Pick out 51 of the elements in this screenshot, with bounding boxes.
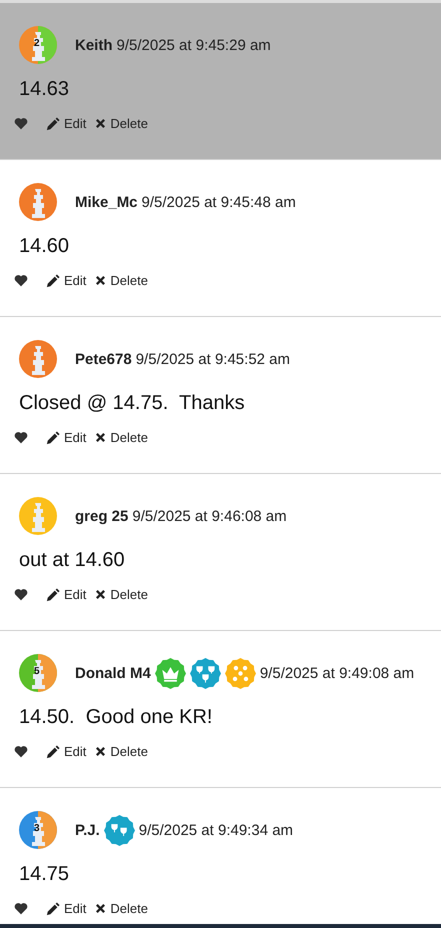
timestamp: 9/5/2025 at 9:49:08 am [260, 664, 414, 682]
timestamp: 9/5/2025 at 9:49:34 am [138, 822, 294, 838]
pencil-icon [46, 430, 60, 444]
heart-icon[interactable] [14, 274, 28, 287]
delete-button[interactable]: Delete [95, 430, 148, 445]
author-name[interactable]: P.J. [75, 822, 100, 838]
timestamp: 9/5/2025 at 9:45:52 am [136, 350, 290, 368]
author-name[interactable]: Donald M4 [75, 664, 151, 682]
close-icon [95, 432, 106, 443]
comment-text: out at 14.60 [19, 549, 126, 573]
pencil-icon [46, 274, 60, 288]
comment-text: Closed @ 14.75. Thanks [19, 392, 246, 416]
rank-number: 3 [34, 824, 40, 834]
edit-button[interactable]: Edit [46, 587, 86, 602]
close-icon [95, 746, 106, 757]
pencil-icon [46, 116, 60, 130]
edit-button[interactable]: Edit [46, 273, 86, 288]
close-icon [95, 275, 106, 286]
author-name[interactable]: Mike_Mc [75, 194, 138, 210]
rank-number: 2 [34, 39, 40, 49]
comment-text: 14.60 [19, 235, 70, 259]
comment-text: 14.63 [19, 78, 70, 102]
heart-icon[interactable] [14, 431, 28, 444]
author-name[interactable]: Keith [75, 36, 112, 54]
close-icon [95, 903, 106, 914]
close-icon [95, 118, 106, 129]
pencil-icon [46, 902, 60, 916]
delete-button[interactable]: Delete [95, 116, 148, 131]
edit-button[interactable]: Edit [46, 901, 86, 916]
timestamp: 9/5/2025 at 9:46:08 am [132, 508, 287, 524]
author-name[interactable]: Pete678 [75, 350, 132, 368]
comment-text: 14.75 [19, 863, 70, 887]
timestamp: 9/5/2025 at 9:45:48 am [142, 194, 296, 210]
heart-icon[interactable] [14, 745, 28, 758]
close-icon [95, 589, 106, 600]
heart-icon[interactable] [14, 902, 28, 915]
edit-button[interactable]: Edit [46, 744, 86, 759]
pencil-icon [46, 588, 60, 602]
heart-icon[interactable] [14, 117, 28, 130]
delete-button[interactable]: Delete [95, 587, 148, 602]
delete-button[interactable]: Delete [95, 744, 148, 759]
comment-text: 14.50. Good one KR! [19, 706, 214, 730]
timestamp: 9/5/2025 at 9:45:29 am [116, 36, 271, 54]
edit-button[interactable]: Edit [46, 116, 86, 131]
delete-button[interactable]: Delete [95, 901, 148, 916]
rank-number: 5 [34, 667, 40, 677]
delete-button[interactable]: Delete [95, 273, 148, 288]
pencil-icon [46, 744, 60, 758]
heart-icon[interactable] [14, 588, 28, 601]
edit-button[interactable]: Edit [46, 430, 86, 445]
author-name[interactable]: greg 25 [75, 508, 128, 524]
